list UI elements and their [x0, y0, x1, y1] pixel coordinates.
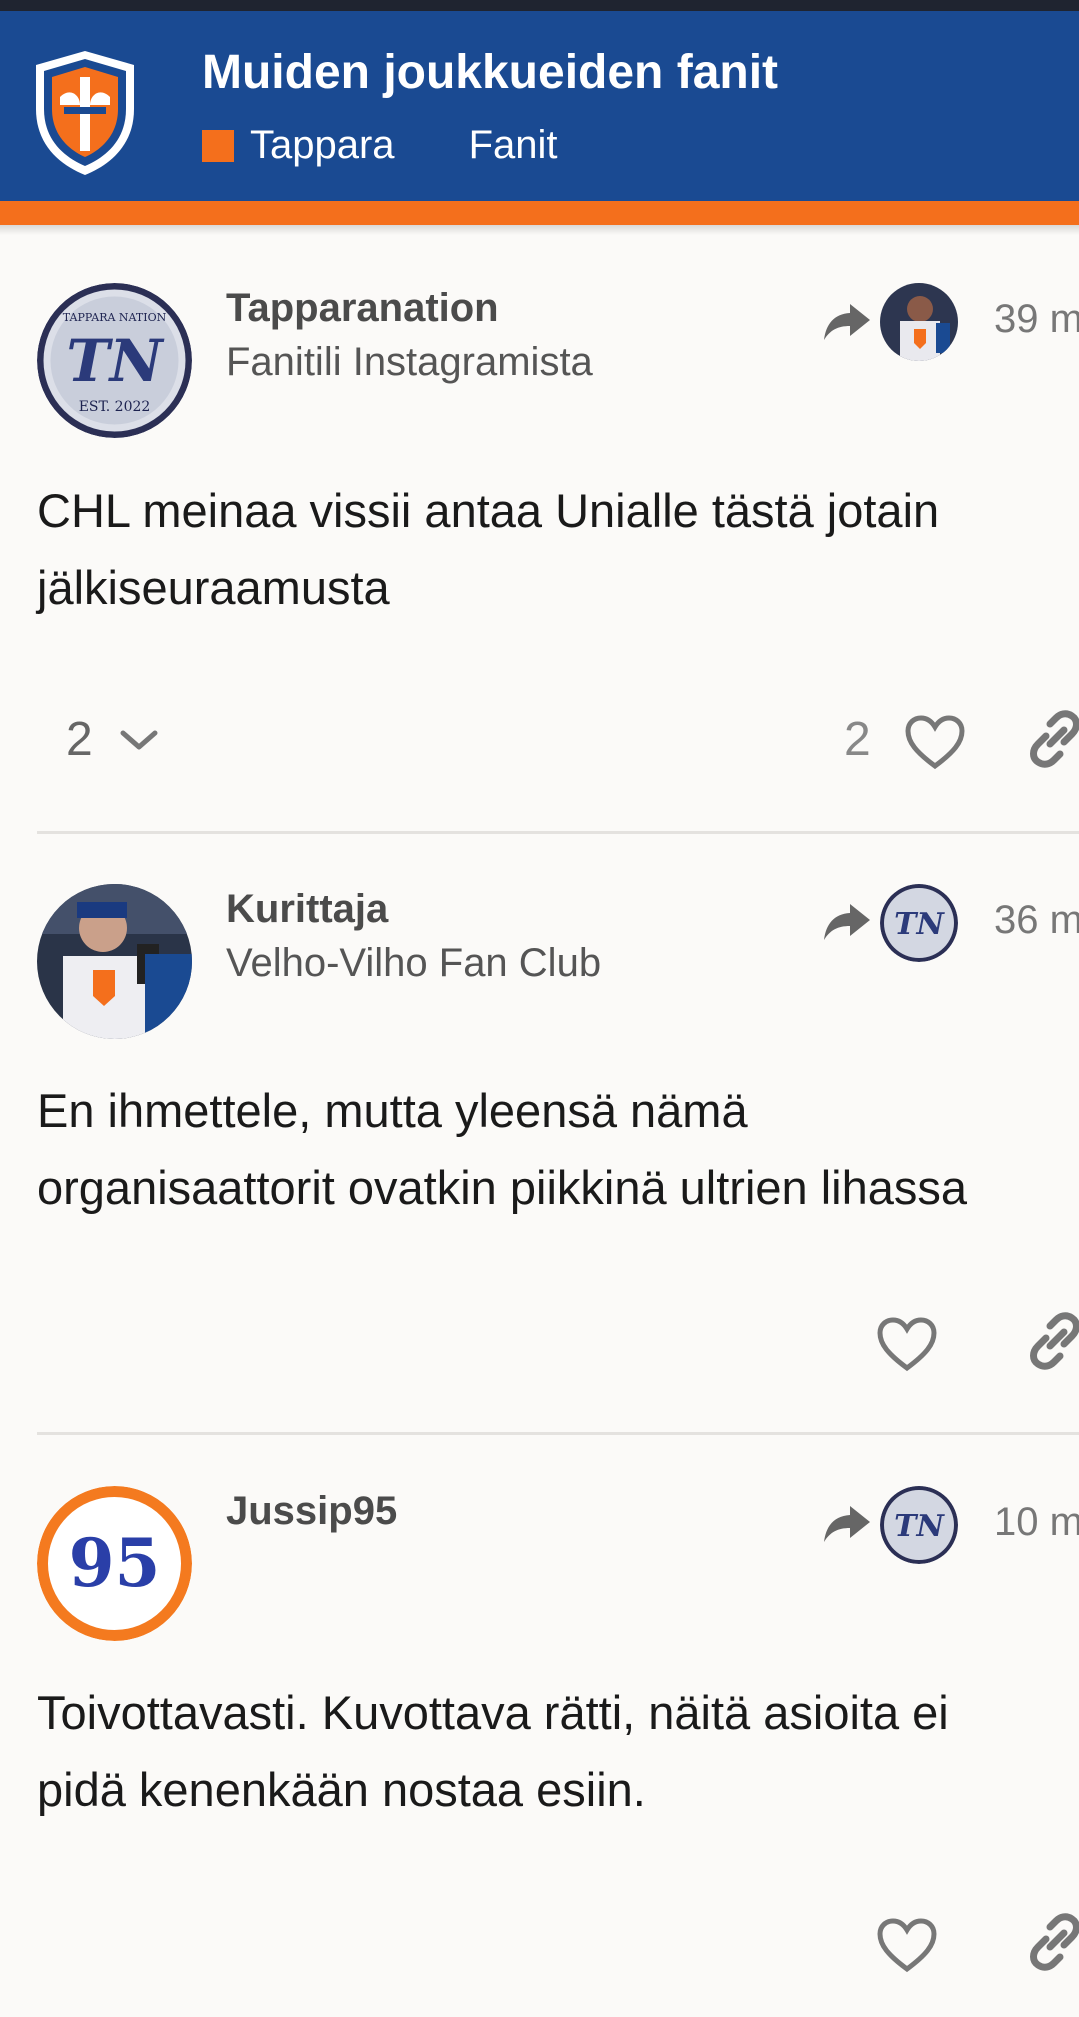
status-strip [0, 0, 1079, 11]
heart-icon[interactable] [876, 1316, 938, 1372]
svg-text:TN: TN [894, 1509, 945, 1544]
reply-to-avatar[interactable]: TN [880, 884, 958, 962]
post-divider [37, 1432, 1079, 1435]
link-icon[interactable] [1024, 1911, 1079, 1973]
breadcrumb: Tappara Fanit [202, 123, 558, 168]
show-replies-button[interactable]: 2 [66, 712, 159, 767]
chevron-down-icon [120, 730, 158, 749]
username[interactable]: Kurittaja [226, 887, 388, 932]
post-body: Toivottavasti. Kuvottava rätti, näitä as… [37, 1686, 949, 1816]
user-title: Fanitili Instagramista [226, 340, 593, 384]
topic-header: Muiden joukkueiden fanit Tappara Fanit [0, 11, 1079, 201]
svg-text:95: 95 [69, 1524, 161, 1602]
user-title: Velho-Vilho Fan Club [226, 941, 602, 985]
category-color-badge [202, 129, 234, 162]
reply-to-arrow-icon[interactable] [822, 1502, 872, 1546]
like-count[interactable]: 2 [844, 712, 871, 767]
topic-title[interactable]: Muiden joukkueiden fanit [202, 45, 778, 100]
post-body: CHL meinaa vissii antaa Unialle tästä jo… [37, 484, 940, 614]
link-icon[interactable] [1024, 1310, 1079, 1372]
avatar[interactable] [37, 884, 192, 1039]
reply-to-avatar[interactable]: TN [880, 1486, 958, 1564]
heart-icon[interactable] [904, 714, 966, 770]
heart-icon[interactable] [876, 1917, 938, 1973]
reply-to-avatar[interactable] [880, 283, 958, 361]
replies-count: 2 [66, 713, 93, 766]
svg-text:EST. 2022: EST. 2022 [79, 399, 151, 415]
post-time[interactable]: 39 m [994, 297, 1079, 342]
post-divider [37, 831, 1079, 834]
category-link[interactable]: Tappara [250, 123, 395, 168]
svg-text:TN: TN [894, 907, 945, 942]
post-body: En ihmettele, mutta yleensä nämä organis… [37, 1084, 968, 1214]
post-time[interactable]: 10 m [994, 1500, 1079, 1545]
svg-text:TAPPARA NATION: TAPPARA NATION [63, 311, 167, 324]
post-time[interactable]: 36 m [994, 898, 1079, 943]
tappara-logo[interactable] [30, 47, 140, 177]
avatar[interactable]: 95 [37, 1486, 192, 1641]
link-icon[interactable] [1024, 708, 1079, 770]
tag-link[interactable]: Fanit [469, 123, 558, 168]
username[interactable]: Jussip95 [226, 1489, 397, 1534]
avatar[interactable]: TAPPARA NATION TN EST. 2022 [37, 283, 192, 438]
reply-to-arrow-icon[interactable] [822, 300, 872, 344]
username[interactable]: Tapparanation [226, 286, 499, 331]
reply-to-arrow-icon[interactable] [822, 900, 872, 944]
svg-text:TN: TN [66, 327, 164, 395]
category-color-bar [0, 201, 1079, 225]
